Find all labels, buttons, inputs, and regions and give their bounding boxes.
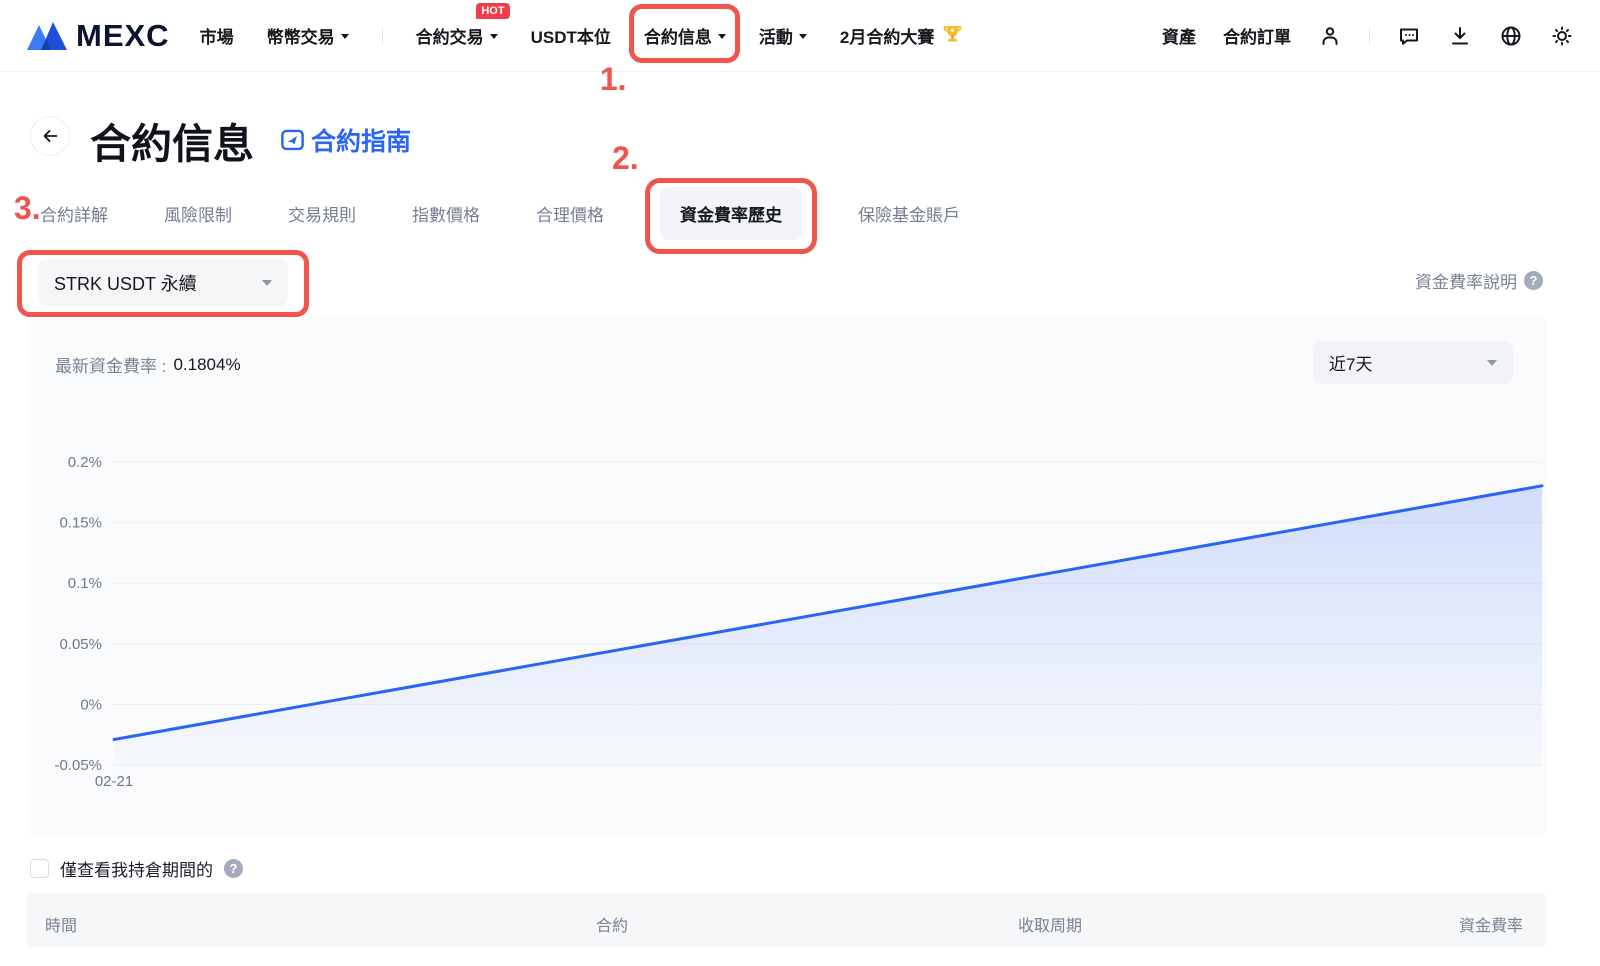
col-time: 時間 [45,912,77,936]
position-filter-label: 僅查看我持倉期間的 [60,856,213,881]
nav-futures-trade[interactable]: 合約交易 HOT [416,23,498,48]
top-nav: MEXC 市場 幣幣交易 合約交易 HOT USDT本位 合約信息 1. 活動 … [0,0,1600,72]
nav-market[interactable]: 市場 [200,23,234,48]
tab-fair-price[interactable]: 合理價格 [536,201,604,226]
funding-rate-chart-card: 0.2% 0.15% 0.1% 0.05% 0% -0.05%02-21 最新資金費率 :… [27,318,1546,836]
position-filter-row: 僅查看我持倉期間的 ? [30,856,243,881]
funding-rate-help-label: 資金費率說明 [1415,268,1517,293]
download-app-icon[interactable] [1448,24,1472,48]
question-icon: ? [1524,271,1543,290]
nav-orders[interactable]: 合約訂單 [1223,23,1291,48]
contract-selector-value: STRK USDT 永續 [54,270,197,296]
nav-contract-info-label: 合約信息 [644,23,712,48]
main-menu: 市場 幣幣交易 合約交易 HOT USDT本位 合約信息 1. 活動 2月合約大… [200,23,966,48]
latest-rate-row: 最新資金費率 : 0.1804% [55,352,241,377]
theme-toggle-icon[interactable] [1550,24,1574,48]
mexc-logo[interactable]: MEXC [26,18,170,54]
nav-contract-info[interactable]: 合約信息 1. [644,23,726,48]
trophy-icon [940,23,965,48]
nav-activity[interactable]: 活動 [759,23,807,48]
support-chat-icon[interactable] [1397,24,1421,48]
tab-contract-details[interactable]: 合約詳解 [40,201,108,226]
brand-wordmark: MEXC [76,18,170,54]
contract-selector[interactable]: STRK USDT 永續 [38,259,288,306]
col-interval: 收取周期 [1018,912,1082,936]
nav-competition[interactable]: 2月合約大賽 [840,23,965,48]
contract-guide-label: 合約指南 [311,122,411,158]
annotation-step-1: 1. [600,61,627,98]
chevron-down-icon [490,34,498,39]
page-title: 合約信息 [90,110,254,170]
guide-icon [279,127,306,154]
col-funding-rate: 資金費率 [1459,912,1523,936]
tab-index-price[interactable]: 指數價格 [412,201,480,226]
nav-futures-label: 合約交易 [416,23,484,48]
hot-badge: HOT [476,3,509,19]
tab-bar: 合約詳解 風險限制 交易規則 指數價格 合理價格 資金費率歷史 2. 保險基金賬… [40,190,960,236]
mexc-logo-icon [26,19,68,53]
svg-text:0.2%: 0.2% [68,454,102,471]
chevron-down-icon [799,34,807,39]
time-range-value: 近7天 [1329,350,1372,375]
funding-rate-chart: 0.2% 0.15% 0.1% 0.05% 0% -0.05%02-21 [27,318,1546,836]
tab-risk-limit[interactable]: 風險限制 [164,201,232,226]
contract-guide-link[interactable]: 合約指南 [279,122,411,158]
page-root: MEXC 市場 幣幣交易 合約交易 HOT USDT本位 合約信息 1. 活動 … [0,0,1600,966]
nav-orders-label: 合約訂單 [1223,23,1291,48]
svg-text:02-21: 02-21 [95,773,133,790]
col-contract: 合約 [596,912,628,936]
chevron-down-icon [262,280,272,286]
chevron-down-icon [1487,360,1497,366]
latest-rate-value: 0.1804% [173,355,240,375]
svg-text:0.15%: 0.15% [59,515,102,532]
chevron-down-icon [718,34,726,39]
nav-assets-label: 資產 [1162,23,1196,48]
nav-competition-label: 2月合約大賽 [840,23,934,48]
nav-assets[interactable]: 資產 [1162,23,1196,48]
annotation-step-3: 3. [14,190,41,227]
nav-spot-trade[interactable]: 幣幣交易 [267,23,349,48]
language-globe-icon[interactable] [1499,24,1523,48]
user-icon[interactable] [1318,24,1342,48]
chevron-down-icon [341,34,349,39]
funding-rate-help-link[interactable]: 資金費率說明 ? [1415,268,1543,293]
svg-text:0.1%: 0.1% [68,575,102,592]
arrow-left-icon [39,125,61,147]
svg-text:0%: 0% [80,696,102,713]
nav-divider [382,27,383,45]
nav-divider [1369,27,1370,45]
back-button[interactable] [30,116,70,156]
nav-activity-label: 活動 [759,23,793,48]
tab-insurance-fund[interactable]: 保險基金賬戶 [858,201,960,226]
time-range-selector[interactable]: 近7天 [1313,341,1513,384]
tab-funding-rate-history[interactable]: 資金費率歷史 2. [660,187,802,240]
position-filter-checkbox[interactable] [30,859,49,878]
svg-text:0.05%: 0.05% [59,636,102,653]
nav-spot-label: 幣幣交易 [267,23,335,48]
latest-rate-label: 最新資金費率 : [55,352,166,377]
tab-trading-rules[interactable]: 交易規則 [288,201,356,226]
annotation-step-2: 2. [612,140,639,177]
nav-usdt-m-label: USDT本位 [531,23,611,48]
nav-market-label: 市場 [200,23,234,48]
svg-text:-0.05%: -0.05% [54,757,102,774]
funding-table-header: 時間 合約 收取周期 資金費率 [27,893,1546,947]
nav-right-cluster: 資產 合約訂單 [1162,23,1574,48]
nav-usdt-m[interactable]: USDT本位 [531,23,611,48]
tab-funding-rate-history-label: 資金費率歷史 [680,206,782,225]
question-icon: ? [224,859,243,878]
